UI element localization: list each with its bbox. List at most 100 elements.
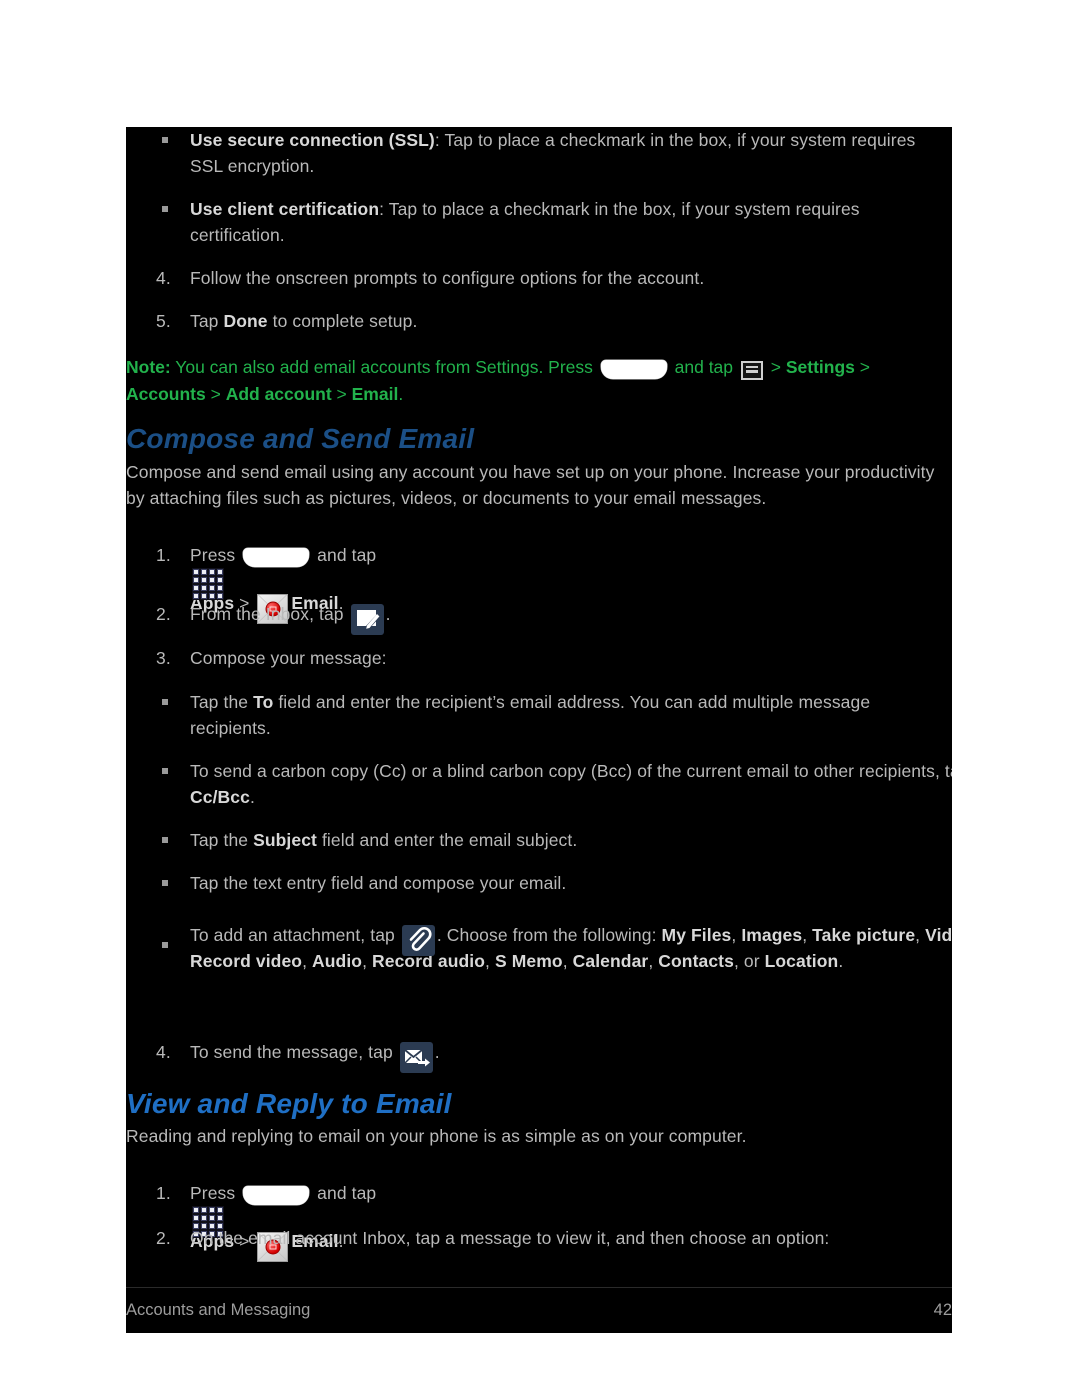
opt-calendar: Calendar — [572, 951, 649, 971]
bullet-text: Tap the To field and enter the recipient… — [190, 689, 950, 741]
bullet-term: Use secure connection (SSL) — [190, 130, 435, 150]
page-footer: Accounts and Messaging 42 — [126, 1287, 952, 1333]
bullet-text: Tap the Subject field and enter the emai… — [190, 827, 950, 853]
step-tap-done: 5. Tap Done to complete setup. — [156, 308, 930, 334]
opt-record-video: Record video — [190, 951, 303, 971]
opt-my-files: My Files — [661, 925, 732, 945]
bullet-term-ccbcc: Cc/Bcc — [190, 787, 250, 807]
step-number: 2. — [156, 604, 171, 624]
bullet-marker — [162, 699, 168, 705]
bullet-pre: Tap the — [190, 692, 254, 712]
bullet-marker — [162, 942, 168, 948]
bullet-use-client-certification: Use client certification: Tap to place a… — [162, 196, 950, 248]
bullet-text: Use secure connection (SSL): Tap to plac… — [190, 127, 950, 179]
step-term-done: Done — [223, 311, 268, 331]
bullet-period: . — [838, 951, 844, 971]
bullet-post: . — [249, 787, 255, 807]
step-from-inbox-tap-compose: 2. From the Inbox, tap . — [156, 601, 950, 636]
attachment-paperclip-icon — [401, 925, 435, 957]
note-sep-1: > — [854, 357, 870, 377]
opt-images: Images — [741, 925, 803, 945]
bullet-term-to: To — [253, 692, 274, 712]
step-period: . — [385, 604, 391, 624]
step-text-pre: Press — [190, 545, 241, 565]
step-text: On the email account Inbox, tap a messag… — [190, 1228, 830, 1248]
bullet-post: field and enter the email subject. — [317, 830, 578, 850]
bullet-text: Use client certification: Tap to place a… — [190, 196, 950, 248]
bullet-marker — [162, 206, 168, 212]
section-intro-compose: Compose and send email using any account… — [126, 462, 935, 508]
bullet-subject-field: Tap the Subject field and enter the emai… — [162, 827, 950, 853]
note-text-1: You can also add email accounts from Set… — [170, 357, 598, 377]
step-number: 4. — [156, 268, 171, 288]
bullet-or: , or — [733, 951, 765, 971]
note-sep-3: > — [331, 384, 352, 404]
step-number: 2. — [156, 1228, 171, 1248]
bullet-marker — [162, 768, 168, 774]
step-period: . — [434, 1042, 440, 1062]
opt-contacts: Contacts — [658, 951, 734, 971]
step-text-mid: and tap — [312, 545, 377, 565]
step-number: 3. — [156, 648, 171, 668]
note-term-add-account: Add account — [225, 384, 332, 404]
bullet-mid: . Choose from the following: — [436, 925, 662, 945]
page-content: Use secure connection (SSL): Tap to plac… — [126, 127, 952, 1287]
bullet-text: To add an attachment, tap . Choose from … — [190, 922, 952, 974]
bullet-post: field and enter the recipient’s email ad… — [190, 692, 871, 738]
note-block: Note: You can also add email accounts fr… — [126, 354, 952, 408]
home-key-icon — [600, 359, 667, 379]
note-text-2: and tap — [669, 357, 738, 377]
bullet-term-subject: Subject — [253, 830, 317, 850]
bullet-marker — [162, 837, 168, 843]
note-term-accounts: Accounts — [126, 384, 206, 404]
note-label: Note: — [126, 357, 171, 377]
step-text-pre: Tap — [190, 311, 224, 331]
manual-page: Use secure connection (SSL): Tap to plac… — [126, 127, 952, 1333]
step-text-pre: From the Inbox, tap — [190, 604, 349, 624]
bullet-cc-bcc: To send a carbon copy (Cc) or a blind ca… — [162, 758, 952, 810]
note-sep-0: > — [765, 357, 786, 377]
step-number: 5. — [156, 311, 171, 331]
step-text: Tap Done to complete setup. — [190, 308, 930, 334]
step-send-message: 4. To send the message, tap . — [156, 1039, 950, 1074]
section-intro-view: Reading and replying to email on your ph… — [126, 1126, 747, 1146]
bullet-marker — [162, 880, 168, 886]
home-key-icon — [243, 547, 310, 567]
bullet-text: Tap the text entry field and compose you… — [190, 873, 567, 893]
step-text: Follow the onscreen prompts to configure… — [190, 268, 705, 288]
step-text: To send the message, tap . — [190, 1039, 950, 1074]
step-text-post: to complete setup. — [267, 311, 418, 331]
home-key-icon — [243, 1185, 310, 1205]
apps-grid-icon — [192, 568, 224, 600]
bullet-pre: Tap the — [190, 830, 254, 850]
step-open-message: 2. On the email account Inbox, tap a mes… — [156, 1225, 952, 1251]
bullet-pre: To add an attachment, tap — [190, 925, 400, 945]
step-text-mid: and tap — [312, 1183, 377, 1203]
opt-s-memo: S Memo — [494, 951, 563, 971]
step-text: From the Inbox, tap . — [190, 601, 950, 636]
step-compose-your-message: 3. Compose your message: — [156, 645, 950, 671]
section-heading-view: View and Reply to Email — [126, 1088, 452, 1119]
footer-section-label: Accounts and Messaging — [126, 1301, 311, 1319]
bullet-text: To send a carbon copy (Cc) or a blind ca… — [190, 758, 952, 810]
send-email-icon — [399, 1042, 433, 1074]
note-term-email: Email — [351, 384, 399, 404]
step-text-pre: Press — [190, 1183, 241, 1203]
bullet-marker — [162, 137, 168, 143]
section-heading-compose: Compose and Send Email — [126, 423, 475, 454]
bullet-text-entry-field: Tap the text entry field and compose you… — [162, 870, 950, 896]
bullet-term: Use client certification — [190, 199, 380, 219]
opt-audio: Audio — [312, 951, 363, 971]
note-period: . — [398, 384, 404, 404]
bullet-to-field: Tap the To field and enter the recipient… — [162, 689, 950, 741]
step-text-pre: To send the message, tap — [190, 1042, 398, 1062]
step-number: 1. — [156, 1183, 171, 1203]
opt-location: Location — [764, 951, 839, 971]
bullet-use-secure-connection: Use secure connection (SSL): Tap to plac… — [162, 127, 950, 179]
step-number: 4. — [156, 1042, 171, 1062]
compose-icon — [350, 604, 384, 636]
step-follow-onscreen-prompts: 4. Follow the onscreen prompts to config… — [156, 265, 930, 291]
bullet-pre: To send a carbon copy (Cc) or a blind ca… — [190, 761, 952, 781]
menu-key-icon — [740, 360, 763, 380]
note-sep-2: > — [205, 384, 226, 404]
